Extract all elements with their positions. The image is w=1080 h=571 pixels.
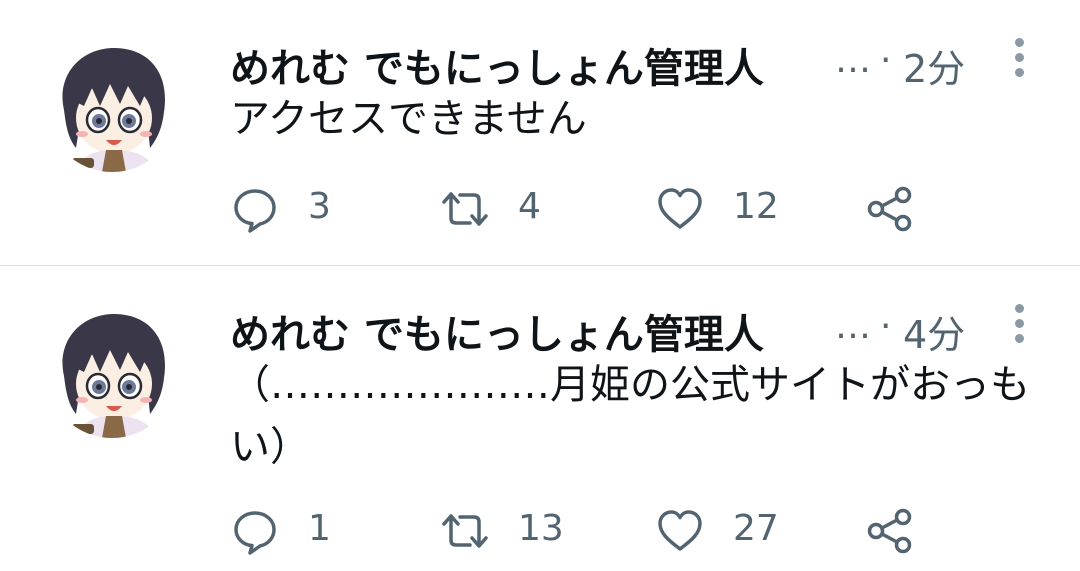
like-icon — [658, 510, 702, 551]
like-count: 12 — [733, 186, 779, 227]
retweet-icon — [442, 192, 488, 226]
retweet-count: 4 — [518, 186, 541, 227]
name-truncation: … — [835, 306, 871, 347]
retweet-icon — [442, 514, 488, 548]
author-name[interactable]: めれむ でもにっしょん管理人 — [230, 302, 764, 360]
tweet-header: めれむ でもにっしょん管理人 … · 2分 — [230, 30, 1030, 93]
like-icon — [658, 188, 702, 229]
share-icon — [867, 508, 912, 554]
retweet-count: 13 — [518, 508, 564, 549]
tweet-text: （…………………月姫の公式サイトがおっもい） — [230, 362, 1030, 470]
avatar[interactable] — [46, 40, 178, 172]
timestamp[interactable]: 2分 — [903, 38, 965, 93]
reply-count: 3 — [308, 186, 331, 227]
avatar[interactable] — [46, 306, 178, 438]
like-count: 27 — [733, 508, 779, 549]
reply-icon — [234, 511, 276, 555]
tweet-actions: 1 13 27 — [230, 500, 950, 560]
timestamp[interactable]: 4分 — [903, 304, 965, 359]
tweet[interactable]: めれむ でもにっしょん管理人 … · 4分 （…………………月姫の公式サイトがお… — [0, 266, 1080, 571]
more-icon[interactable] — [1010, 304, 1030, 344]
author-name[interactable]: めれむ でもにっしょん管理人 — [230, 36, 764, 94]
tweet-text: アクセスできません — [230, 96, 587, 142]
tweet-header: めれむ でもにっしょん管理人 … · 4分 — [230, 296, 1030, 359]
name-truncation: … — [835, 40, 871, 81]
more-icon[interactable] — [1010, 38, 1030, 78]
reply-count: 1 — [308, 508, 331, 549]
tweet-actions: 3 4 12 — [230, 178, 950, 238]
share-icon — [867, 186, 912, 232]
separator: · — [880, 306, 892, 347]
reply-icon — [234, 189, 276, 233]
separator: · — [880, 40, 892, 81]
tweet[interactable]: めれむ でもにっしょん管理人 … · 2分 アクセスできません 3 4 12 — [0, 0, 1080, 265]
